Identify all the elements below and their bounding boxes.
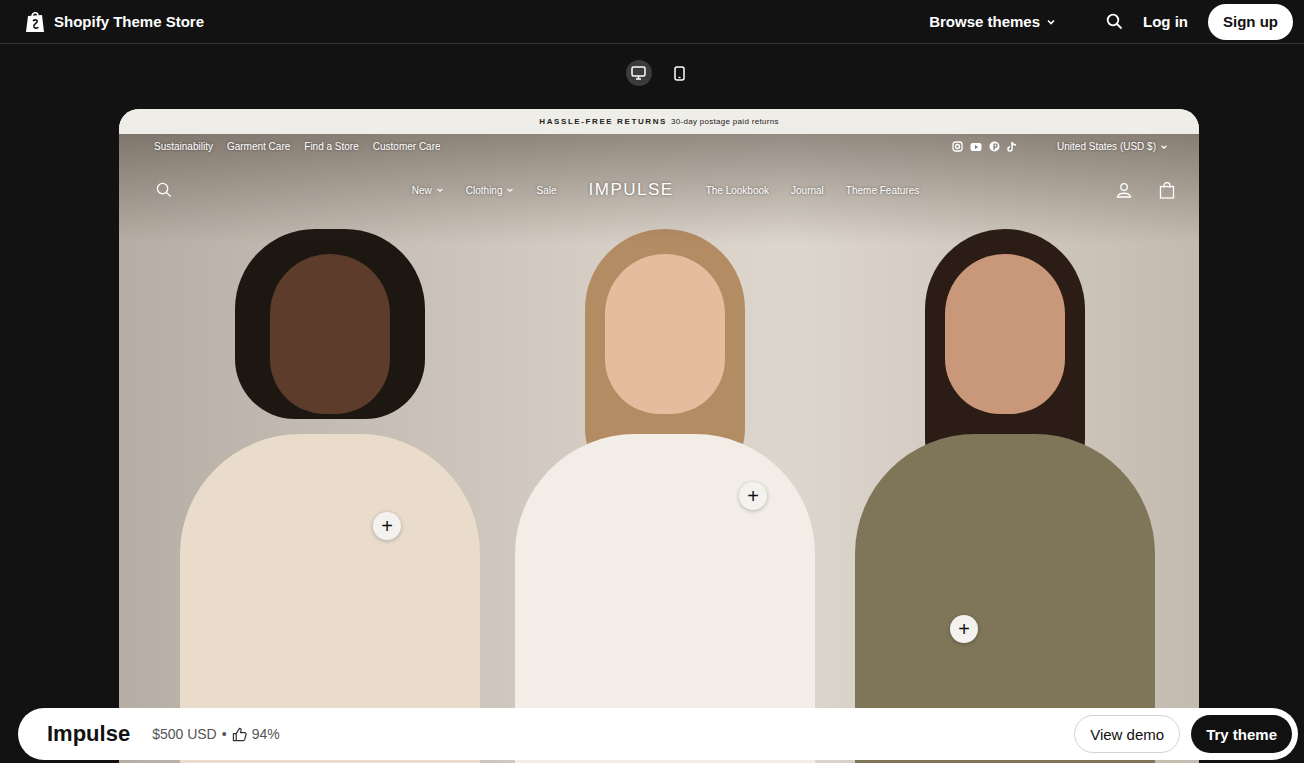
search-icon: [1106, 13, 1123, 30]
page: Shopify Theme Store Browse themes Log in Si…: [0, 0, 1304, 763]
account-button[interactable]: [1116, 182, 1132, 199]
browse-themes-button[interactable]: Browse themes: [929, 13, 1056, 30]
instagram-icon: [952, 141, 963, 152]
device-button[interactable]: [626, 60, 652, 86]
theme-preview: HASSLE-FREE RETURNS30-day postage paid r…: [119, 109, 1199, 763]
view-demo-button[interactable]: View demo: [1074, 715, 1180, 753]
cart-button[interactable]: [1159, 182, 1175, 199]
brand-name: Shopify Theme Store: [54, 13, 204, 30]
thumbs-up-icon: [232, 727, 247, 742]
product-hotspot[interactable]: +: [373, 512, 401, 540]
utility-link[interactable]: Sustainability: [154, 141, 213, 152]
store-nav-link[interactable]: New: [412, 185, 444, 196]
brand-link[interactable]: Shopify Theme Store: [25, 10, 204, 33]
hero-photo: Sustainability Garment Care Find a Store Cu…: [119, 134, 1199, 763]
search-button[interactable]: [1106, 13, 1123, 30]
social-link[interactable]: [970, 142, 982, 152]
stage: HASSLE-FREE RETURNS30-day postage paid r…: [0, 44, 1304, 763]
store-header: Sustainability Garment Care Find a Store Cu…: [119, 134, 1199, 208]
store-nav-link[interactable]: Journal: [791, 185, 824, 196]
chevron-down-icon: [1160, 143, 1168, 151]
store-nav-link[interactable]: Sale: [536, 185, 556, 196]
device-button[interactable]: [667, 60, 693, 86]
desktop-icon: [631, 66, 646, 80]
store-nav-link[interactable]: Theme Features: [846, 185, 919, 196]
login-link[interactable]: Log in: [1143, 13, 1188, 30]
photo: [119, 134, 1199, 763]
try-theme-button[interactable]: Try theme: [1191, 715, 1292, 753]
tiktok-icon: [1007, 141, 1017, 152]
social-link[interactable]: [989, 141, 1000, 152]
store-nav-link[interactable]: The Lookbook: [706, 185, 769, 196]
chevron-down-icon: [1046, 17, 1056, 27]
product-hotspot[interactable]: +: [950, 615, 978, 643]
utility-link[interactable]: Customer Care: [373, 141, 441, 152]
mobile-icon: [674, 66, 685, 81]
store-nav: New Clothing Sale IMPULSE The Lookbook Journa…: [119, 156, 1199, 208]
utility-link[interactable]: Garment Care: [227, 141, 290, 152]
account-icon: [1116, 182, 1132, 198]
social-link[interactable]: [1007, 141, 1017, 152]
store-search-button[interactable]: [156, 182, 216, 198]
store-logo[interactable]: IMPULSE: [589, 180, 674, 200]
device-toggle: [119, 44, 1199, 109]
announcement-bar: HASSLE-FREE RETURNS30-day postage paid r…: [119, 109, 1199, 134]
top-nav: Browse themes Log in Sign up: [929, 4, 1293, 40]
product-hotspot[interactable]: +: [739, 482, 767, 510]
cart-icon: [1159, 182, 1175, 199]
pinterest-icon: [989, 141, 1000, 152]
search-icon: [156, 182, 172, 198]
theme-meta: $500 USD•94%: [152, 726, 280, 742]
signup-button[interactable]: Sign up: [1208, 4, 1293, 40]
top-bar: Shopify Theme Store Browse themes Log in Si…: [0, 0, 1304, 44]
store-nav-link[interactable]: Clothing: [466, 185, 515, 196]
social-link[interactable]: [952, 141, 963, 152]
utility-bar: Sustainability Garment Care Find a Store Cu…: [119, 134, 1199, 156]
currency-selector[interactable]: United States (USD $): [1057, 141, 1168, 152]
chevron-down-icon: [436, 186, 444, 194]
utility-link[interactable]: Find a Store: [304, 141, 358, 152]
theme-name: Impulse: [47, 721, 130, 747]
youtube-icon: [970, 142, 982, 152]
chevron-down-icon: [506, 186, 514, 194]
theme-bar: Impulse $500 USD•94% View demo Try theme: [18, 708, 1298, 760]
shopify-bag-icon: [25, 10, 45, 33]
